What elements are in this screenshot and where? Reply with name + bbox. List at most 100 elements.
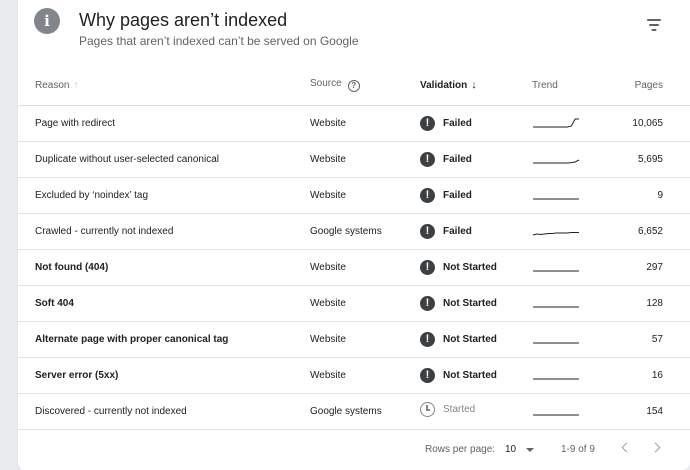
validation-cell: ! Failed	[403, 141, 515, 178]
validation-cell: Started	[403, 393, 515, 430]
exclamation-icon: !	[420, 151, 435, 167]
table-row[interactable]: Page with redirect Website! Failed 10,065	[18, 105, 690, 142]
trend-sparkline	[533, 414, 579, 415]
reason-cell: Crawled - currently not indexed	[18, 213, 293, 250]
validation-cell: ! Not Started	[403, 249, 515, 286]
source-cell: Website	[293, 249, 403, 286]
page-title: Why pages aren’t indexed	[79, 10, 288, 30]
trend-cell	[515, 249, 599, 286]
column-header-validation[interactable]: Validation ↓	[403, 66, 515, 106]
validation-status: Failed	[443, 189, 472, 201]
trend-line	[532, 231, 579, 235]
trend-cell	[515, 357, 599, 394]
pages-cell: 57	[599, 321, 690, 358]
table-row[interactable]: Alternate page with proper canonical tag…	[18, 321, 690, 358]
validation-cell: ! Failed	[403, 177, 515, 214]
pages-cell: 9	[599, 177, 690, 214]
exclamation-icon: !	[420, 115, 435, 131]
validation-cell: ! Not Started	[403, 285, 515, 322]
validation-status: Failed	[443, 153, 472, 165]
source-cell: Website	[293, 357, 403, 394]
reason-cell: Excluded by ‘noindex’ tag	[18, 177, 293, 214]
pagination-range: 1-9 of 9	[561, 444, 595, 455]
clock-icon	[420, 402, 435, 417]
reason-cell: Soft 404	[18, 285, 293, 322]
chevron-left-icon[interactable]	[615, 438, 635, 458]
exclamation-icon: !	[420, 259, 435, 275]
exclamation-icon: !	[420, 187, 435, 203]
help-circle-icon[interactable]: ?	[347, 80, 360, 93]
trend-cell	[515, 141, 599, 178]
table-row[interactable]: Duplicate without user-selected canonica…	[18, 141, 690, 178]
pages-cell: 128	[599, 285, 690, 322]
trend-line	[533, 118, 579, 127]
source-cell: Website	[293, 321, 403, 358]
column-header-source: Source?	[293, 66, 403, 106]
validation-cell: ! Not Started	[403, 357, 515, 394]
trend-sparkline	[533, 342, 579, 343]
table-row[interactable]: Excluded by ‘noindex’ tag Website! Failed 9	[18, 177, 690, 214]
pages-cell: 5,695	[599, 141, 690, 178]
reason-cell: Discovered - currently not indexed	[18, 393, 293, 430]
validation-status: Not Started	[443, 297, 497, 309]
trend-cell	[515, 213, 599, 250]
trend-sparkline	[533, 159, 580, 163]
rows-per-page-select[interactable]: 10	[505, 444, 516, 455]
exclamation-icon: !	[420, 331, 435, 347]
trend-cell	[515, 393, 599, 430]
validation-status: Started	[443, 404, 476, 415]
reason-cell: Not found (404)	[18, 249, 293, 286]
pages-cell: 10,065	[599, 105, 690, 142]
filter-icon[interactable]	[645, 18, 663, 32]
validation-status: Not Started	[443, 369, 497, 381]
reasons-table: Reason ↑ Source? Validation ↓ Trend Pages …	[18, 66, 690, 430]
source-cell: Website	[293, 177, 403, 214]
sort-arrow-down-icon: ↓	[471, 79, 477, 92]
trend-sparkline	[533, 270, 579, 271]
trend-cell	[515, 177, 599, 214]
table-row[interactable]: Not found (404) Website! Not Started 297	[18, 249, 690, 286]
page-subtitle: Pages that aren’t indexed can’t be serve…	[79, 34, 359, 48]
table-row[interactable]: Discovered - currently not indexed Google…	[18, 393, 690, 430]
pages-cell: 6,652	[599, 213, 690, 250]
exclamation-icon: !	[420, 295, 435, 311]
sort-arrow-up-icon: ↑	[73, 79, 79, 91]
trend-sparkline	[533, 378, 579, 379]
source-cell: Website	[293, 285, 403, 322]
column-header-trend: Trend	[515, 66, 599, 106]
validation-status: Failed	[443, 225, 472, 237]
rows-per-page-label: Rows per page:	[425, 444, 496, 455]
validation-status: Not Started	[443, 261, 497, 273]
pages-cell: 16	[599, 357, 690, 394]
table-header-row: Reason ↑ Source? Validation ↓ Trend Pages	[18, 66, 690, 106]
chevron-right-icon[interactable]	[647, 438, 667, 458]
column-header-reason[interactable]: Reason ↑	[18, 66, 293, 106]
info-icon: i	[34, 8, 60, 34]
column-header-pages[interactable]: Pages	[599, 66, 690, 106]
pages-cell: 297	[599, 249, 690, 286]
table-body: Page with redirect Website! Failed 10,065 Du…	[18, 105, 690, 430]
validation-cell: ! Failed	[403, 213, 515, 250]
source-cell: Website	[293, 105, 403, 142]
trend-cell	[515, 105, 599, 142]
dropdown-arrow-icon[interactable]	[526, 448, 534, 452]
indexing-report-card: i Why pages aren’t indexed Pages that ar…	[17, 0, 690, 470]
trend-cell	[515, 321, 599, 358]
source-cell: Website	[293, 141, 403, 178]
validation-status: Failed	[443, 117, 472, 129]
trend-sparkline	[533, 306, 579, 307]
table-row[interactable]: Soft 404 Website! Not Started 128	[18, 285, 690, 322]
source-cell: Google systems	[293, 213, 403, 250]
pagination-footer: Rows per page: 10 1-9 of 9	[18, 430, 690, 470]
source-cell: Google systems	[293, 393, 403, 430]
table-row[interactable]: Server error (5xx) Website! Not Started 16	[18, 357, 690, 394]
trend-cell	[515, 285, 599, 322]
exclamation-icon: !	[420, 223, 435, 239]
trend-line	[533, 159, 580, 163]
table-row[interactable]: Crawled - currently not indexed Google sy…	[18, 213, 690, 250]
reason-cell: Server error (5xx)	[18, 357, 293, 394]
exclamation-icon: !	[420, 367, 435, 383]
reason-cell: Page with redirect	[18, 105, 293, 142]
trend-sparkline	[533, 198, 579, 199]
trend-sparkline	[533, 118, 579, 127]
